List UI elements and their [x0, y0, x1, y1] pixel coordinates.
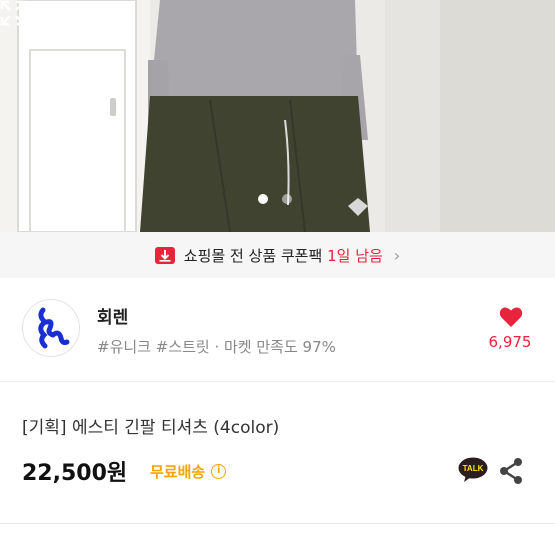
coupon-banner-text: 쇼핑몰 전 상품 쿠폰팩	[183, 246, 323, 265]
talk-label: TALK	[463, 464, 484, 473]
product-image[interactable]	[0, 0, 555, 232]
coupon-icon	[154, 246, 175, 264]
shipping-info: 무료배송 i	[150, 461, 227, 482]
shop-tags: #유니크 #스트릿 · 마켓 만족도 97%	[97, 338, 336, 356]
expand-icon[interactable]	[0, 0, 26, 26]
shop-name[interactable]: 회렌	[97, 303, 128, 328]
share-icon[interactable]	[498, 457, 524, 485]
free-shipping-label: 무료배송	[150, 463, 206, 481]
like-count: 6,975	[488, 333, 532, 351]
carousel-dot[interactable]	[282, 194, 292, 204]
coupon-banner[interactable]: 쇼핑몰 전 상품 쿠폰팩 1일 남음 ›	[0, 232, 555, 278]
shop-avatar[interactable]	[22, 299, 80, 357]
coupon-remaining: 1일 남음	[327, 246, 383, 265]
product-title: [기획] 에스티 긴팔 티셔츠 (4color)	[22, 418, 280, 438]
heart-icon[interactable]	[499, 306, 523, 328]
product-price: 22,500원	[22, 461, 128, 486]
info-icon[interactable]: i	[211, 464, 227, 479]
shop-section	[0, 278, 555, 382]
carousel-dot-active[interactable]	[258, 194, 268, 204]
kakaotalk-icon[interactable]: TALK	[458, 457, 488, 483]
shop-logo	[38, 307, 70, 349]
chevron-right-icon: ›	[393, 245, 401, 265]
carousel-indicator	[258, 194, 292, 204]
section-divider	[0, 523, 555, 555]
